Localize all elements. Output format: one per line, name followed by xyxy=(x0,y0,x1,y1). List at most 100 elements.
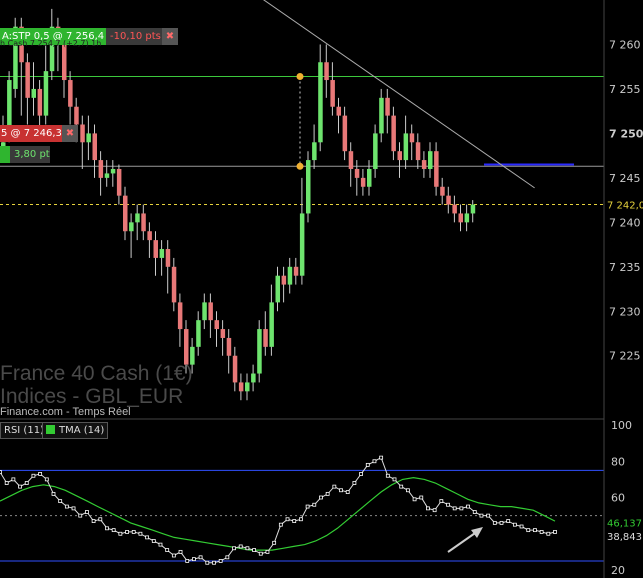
tma-color-swatch xyxy=(46,425,55,434)
rsi-point xyxy=(198,555,203,560)
rsi-point xyxy=(526,528,531,533)
candle-body xyxy=(385,97,390,116)
candle-body xyxy=(92,133,97,161)
rsi-point xyxy=(0,470,2,475)
rsi-point xyxy=(131,530,136,534)
rsi-point xyxy=(145,535,150,540)
rsi-point xyxy=(479,513,484,518)
candle-body xyxy=(348,151,354,169)
price-panel xyxy=(0,0,604,420)
rsi-panel xyxy=(0,455,604,565)
candle-body xyxy=(68,80,73,107)
rsi-point xyxy=(91,519,96,523)
rsi-point xyxy=(519,524,524,529)
rsi-point xyxy=(385,473,390,478)
rsi-point xyxy=(85,510,89,514)
candle-body xyxy=(269,302,274,347)
candle-body xyxy=(318,62,323,143)
rsi-point xyxy=(292,519,297,523)
candle-body xyxy=(464,213,470,223)
last-price-label: 7 242,0 xyxy=(607,201,643,212)
position-anchor-dot xyxy=(296,162,304,170)
candle-body xyxy=(379,97,384,134)
tma-last-label: 46,137 xyxy=(607,519,642,530)
resistance-trendline xyxy=(263,0,535,189)
rsi-tick-label: 100 xyxy=(611,419,632,432)
candle-body xyxy=(159,249,165,258)
candle-body xyxy=(116,168,122,196)
rsi-point xyxy=(165,548,170,552)
candle-body xyxy=(214,320,219,330)
rsi-point xyxy=(178,549,183,554)
candle-body xyxy=(330,80,335,107)
rsi-last-label: 38,843 xyxy=(607,532,642,543)
candle-body xyxy=(287,266,293,285)
rsi-point xyxy=(285,517,290,522)
price-tick-label: 7 260 xyxy=(609,38,641,51)
rsi-point xyxy=(512,522,517,527)
rsi-point xyxy=(546,531,551,536)
candle-body xyxy=(415,142,421,161)
candle-body xyxy=(263,329,268,347)
rsi-point xyxy=(245,546,250,551)
candle-body xyxy=(232,355,238,383)
candle-body xyxy=(428,151,433,169)
candle-body xyxy=(74,106,79,125)
candle-body xyxy=(43,71,49,116)
rsi-point xyxy=(439,499,444,504)
candle-body xyxy=(153,240,158,258)
chart-canvas: 7 260 7 255 7 250 7 245 7 240 7 235 7 230 7 225… xyxy=(0,0,643,578)
close-position-icon[interactable]: ✖ xyxy=(62,125,78,142)
rsi-point xyxy=(252,548,256,552)
candle-body xyxy=(367,168,372,187)
rsi-point xyxy=(171,553,176,558)
candle-body xyxy=(141,213,146,232)
rsi-point xyxy=(51,491,56,496)
rsi-point xyxy=(533,528,537,533)
candle-body xyxy=(391,115,396,152)
rsi-legend[interactable]: RSI (11) xyxy=(0,422,48,439)
rsi-point xyxy=(432,508,437,513)
candle-body xyxy=(434,151,439,187)
position-tag[interactable]: 5 @ 7 246,3 xyxy=(0,125,62,142)
candle-body xyxy=(208,302,213,321)
rsi-point xyxy=(232,546,236,551)
rsi-point xyxy=(225,555,230,560)
rsi-point xyxy=(205,560,210,565)
rsi-point xyxy=(486,513,491,518)
rsi-point xyxy=(446,502,450,507)
price-tick-label: 7 250 xyxy=(609,127,643,140)
candle-body xyxy=(123,195,128,232)
rsi-point xyxy=(38,472,43,476)
rsi-point xyxy=(325,491,330,496)
candle-body xyxy=(86,133,91,143)
price-tick-label: 7 235 xyxy=(609,261,641,274)
candle-body xyxy=(177,302,183,330)
candle-body xyxy=(373,133,378,169)
rsi-point xyxy=(158,542,163,547)
rsi-point xyxy=(339,488,343,493)
candle-body xyxy=(293,266,299,276)
rsi-point xyxy=(118,531,123,536)
candle-body xyxy=(421,160,427,169)
rsi-tick-label: 20 xyxy=(611,564,625,577)
tma-legend[interactable]: TMA (14) xyxy=(42,422,109,439)
candle-body xyxy=(397,151,402,161)
rsi-point xyxy=(111,528,116,533)
close-stop-order-icon[interactable]: ✖ xyxy=(162,28,178,45)
rsi-point xyxy=(192,557,196,562)
rsi-point xyxy=(352,481,357,485)
candle-body xyxy=(275,275,280,303)
candle-body xyxy=(98,160,104,178)
rsi-tick-label: 60 xyxy=(611,492,625,505)
candle-body xyxy=(403,133,409,161)
candle-body xyxy=(147,231,152,241)
rsi-point xyxy=(405,488,410,493)
rsi-point xyxy=(553,530,557,534)
rsi-point xyxy=(392,477,397,482)
rsi-point xyxy=(11,477,16,482)
rsi-point xyxy=(426,506,430,511)
price-tick-label: 7 225 xyxy=(609,350,641,363)
rsi-point xyxy=(18,484,22,489)
rsi-point xyxy=(212,560,216,565)
